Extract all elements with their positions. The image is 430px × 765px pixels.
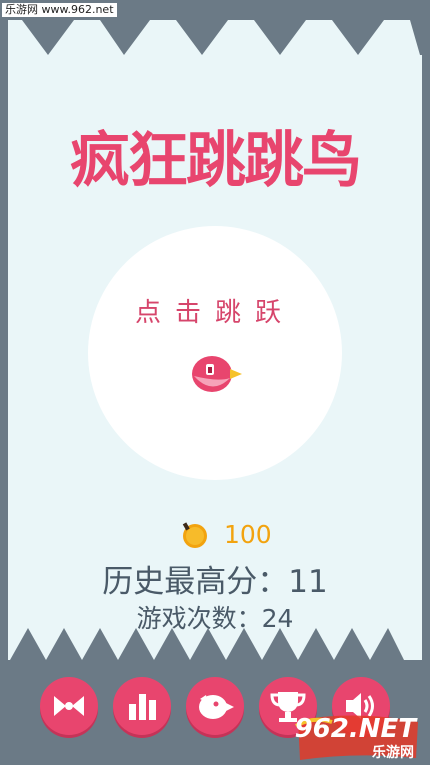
watermark-top: 乐游网 www.962.net [2, 3, 117, 17]
coin-value: 100 [224, 519, 272, 549]
play-count: 游戏次数：24 [136, 604, 294, 633]
coin-counter: 100 [178, 517, 272, 551]
leaderboard-button[interactable] [113, 677, 171, 735]
game-title: 疯狂跳跳鸟 [70, 126, 362, 196]
best-score: 历史最高分：11 [102, 564, 328, 600]
coin-icon [182, 522, 207, 548]
game-screen: 乐游网 www.962.net 疯狂跳跳鸟 点击跳跃 100 历史最高分：11 … [0, 0, 430, 765]
fish-bones-icon [54, 696, 84, 716]
bird-icon [192, 356, 242, 392]
fish-bones-button[interactable] [40, 677, 98, 735]
watermark-brand: 962.NET [294, 714, 416, 744]
tap-to-jump-label: 点击跳跃 [134, 298, 295, 328]
bird-icon [199, 695, 234, 719]
watermark-bottom: 962.NET 乐游网 [292, 712, 424, 762]
bar-chart-icon [129, 694, 156, 720]
bird-skins-button[interactable] [186, 677, 244, 735]
watermark-site: 乐游网 [372, 745, 414, 761]
